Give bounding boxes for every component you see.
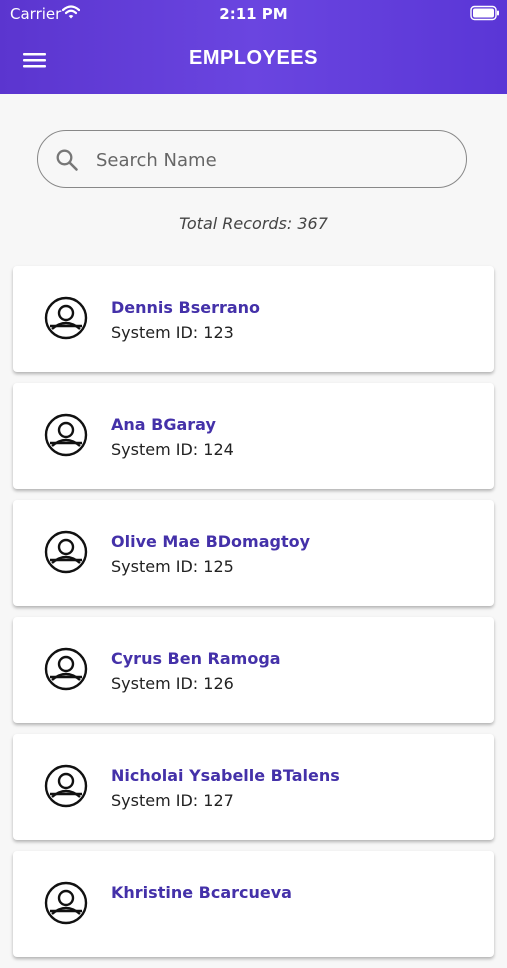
employee-card[interactable]: Cyrus Ben Ramoga System ID: 126	[13, 617, 494, 723]
search-bar[interactable]	[37, 130, 467, 188]
employee-name: Olive Mae BDomagtoy	[111, 532, 311, 551]
employee-name: Dennis Bserrano	[111, 298, 261, 317]
user-avatar-icon	[44, 413, 88, 457]
employee-card[interactable]: Olive Mae BDomagtoy System ID: 125	[13, 500, 494, 606]
user-avatar-icon	[44, 764, 88, 808]
status-time: 2:11 PM	[219, 5, 288, 23]
employee-system-id: System ID: 123	[111, 323, 234, 342]
employee-name: Khristine Bcarcueva	[111, 883, 292, 902]
employee-card[interactable]: Khristine Bcarcueva	[13, 851, 494, 957]
employee-list: Dennis Bserrano System ID: 123 Ana BGara…	[13, 266, 494, 968]
total-records: Total Records: 367	[179, 214, 328, 233]
app-header: Carrier 2:11 PM EMPLOYEES	[0, 0, 507, 94]
employee-card[interactable]: Dennis Bserrano System ID: 123	[13, 266, 494, 372]
employee-name: Nicholai Ysabelle BTalens	[111, 766, 340, 785]
user-avatar-icon	[44, 881, 88, 925]
employee-name: Ana BGaray	[111, 415, 216, 434]
page-title: EMPLOYEES	[189, 47, 318, 69]
employee-system-id: System ID: 125	[111, 557, 234, 576]
employee-system-id: System ID: 124	[111, 440, 234, 459]
employee-system-id: System ID: 126	[111, 674, 234, 693]
battery-icon	[470, 5, 499, 21]
user-avatar-icon	[44, 530, 88, 574]
employee-card[interactable]: Nicholai Ysabelle BTalens System ID: 127	[13, 734, 494, 840]
search-icon	[56, 149, 78, 171]
user-avatar-icon	[44, 296, 88, 340]
employee-name: Cyrus Ben Ramoga	[111, 649, 281, 668]
search-input[interactable]	[94, 141, 448, 179]
user-avatar-icon	[44, 647, 88, 691]
status-bar: Carrier 2:11 PM	[0, 0, 507, 28]
employee-card[interactable]: Ana BGaray System ID: 124	[13, 383, 494, 489]
employee-system-id: System ID: 127	[111, 791, 234, 810]
